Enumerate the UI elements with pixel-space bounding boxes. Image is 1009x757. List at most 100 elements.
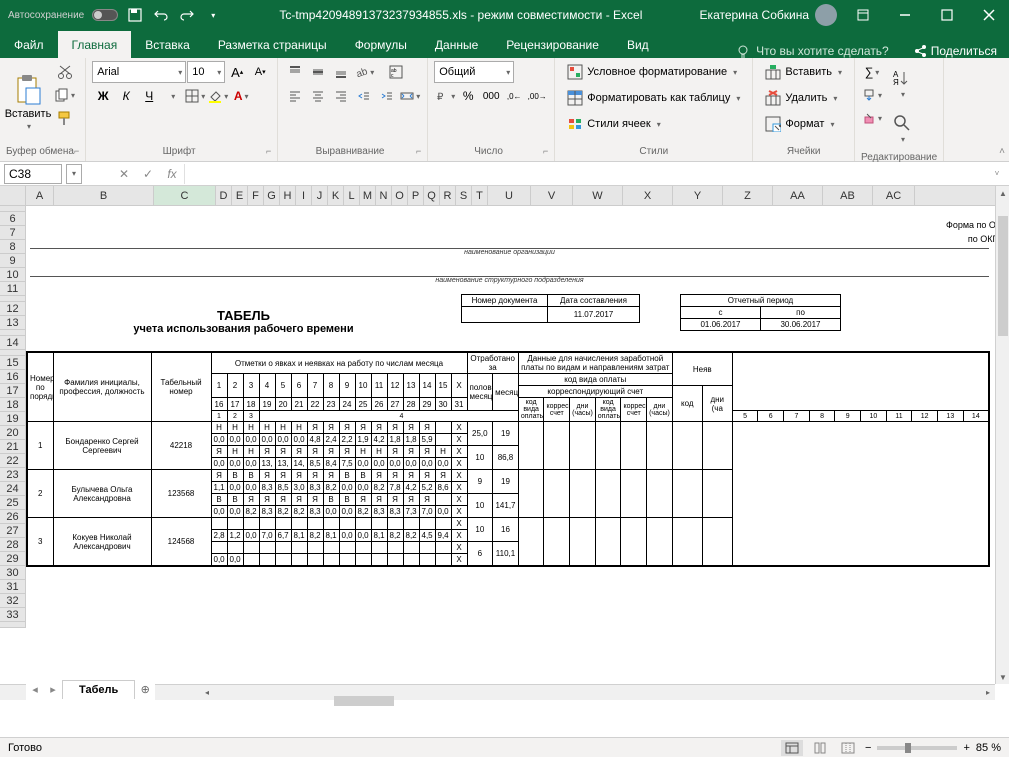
tab-formulas[interactable]: Формулы [341,31,421,58]
copy-icon[interactable] [54,84,76,106]
row-header[interactable] [0,622,26,628]
row-header[interactable]: 26 [0,510,26,524]
row-header[interactable]: 12 [0,302,26,316]
qat-customize-icon[interactable]: ▾ [204,6,222,24]
collapse-ribbon-icon[interactable]: ˄ [999,146,1005,157]
col-header[interactable]: S [456,186,472,205]
minimize-icon[interactable] [885,0,925,30]
zoom-level[interactable]: 85 % [976,742,1001,754]
normal-view-icon[interactable] [781,740,803,756]
tab-file[interactable]: Файл [0,31,58,58]
row-header[interactable]: 32 [0,594,26,608]
clipboard-launcher-icon[interactable]: ⌐ [74,146,79,156]
row-header[interactable]: 21 [0,440,26,454]
format-as-table-button[interactable]: Форматировать как таблицу [561,87,746,109]
col-header[interactable]: Q [424,186,440,205]
close-icon[interactable] [969,0,1009,30]
tab-home[interactable]: Главная [58,31,132,58]
tab-layout[interactable]: Разметка страницы [204,31,341,58]
delete-cells-button[interactable]: Удалить [759,87,848,109]
sheet-nav-prev[interactable]: ◂ [26,683,44,696]
increase-decimal-icon[interactable]: ,0← [503,85,525,107]
zoom-out-icon[interactable]: − [865,742,871,754]
align-center-icon[interactable] [307,85,329,107]
clear-icon[interactable] [861,107,883,129]
find-select-icon[interactable] [887,106,917,150]
font-name-combo[interactable]: Arial [92,61,186,83]
col-header[interactable]: M [360,186,376,205]
row-header[interactable]: 24 [0,482,26,496]
align-right-icon[interactable] [330,85,352,107]
select-all-corner[interactable] [0,186,26,205]
cancel-formula-icon[interactable]: ✕ [112,167,136,181]
h-scroll-thumb[interactable] [334,696,394,706]
autosave-toggle[interactable] [92,9,118,21]
expand-formula-bar-icon[interactable]: ˅ [985,169,1009,178]
enter-formula-icon[interactable]: ✓ [136,167,160,181]
name-box[interactable]: C38 [4,164,62,184]
align-middle-icon[interactable] [307,61,329,83]
redo-icon[interactable] [178,6,196,24]
col-header[interactable]: Y [673,186,723,205]
row-header[interactable]: 9 [0,254,26,268]
autosum-icon[interactable]: ∑ [861,61,883,83]
row-header[interactable]: 23 [0,468,26,482]
user-name[interactable]: Екатерина Собкина [700,8,809,22]
undo-icon[interactable] [152,6,170,24]
percent-format-icon[interactable]: % [457,85,479,107]
add-sheet-icon[interactable]: ⊕ [135,683,155,696]
row-header[interactable]: 14 [0,336,26,350]
format-cells-button[interactable]: Формат [759,113,848,135]
zoom-slider[interactable] [877,746,957,750]
vertical-scrollbar[interactable]: ▲ ▼ [995,186,1009,684]
underline-button[interactable]: Ч [138,85,160,107]
align-top-icon[interactable] [284,61,306,83]
tab-review[interactable]: Рецензирование [492,31,613,58]
row-header[interactable]: 18 [0,398,26,412]
page-break-view-icon[interactable] [837,740,859,756]
orientation-icon[interactable]: ab [353,61,375,83]
decrease-decimal-icon[interactable]: ,00→ [526,85,548,107]
ribbon-display-icon[interactable] [843,0,883,30]
column-headers[interactable]: ABCDEFGHIJKLMNOPQRSTUVWXYZAAABAC [0,186,1009,206]
col-header[interactable]: R [440,186,456,205]
merge-cells-icon[interactable] [399,85,421,107]
page-layout-view-icon[interactable] [809,740,831,756]
insert-cells-button[interactable]: Вставить [759,61,848,83]
v-scroll-thumb[interactable] [998,216,1008,336]
row-header[interactable]: 27 [0,524,26,538]
row-header[interactable]: 31 [0,580,26,594]
underline-menu[interactable] [161,85,183,107]
cell-styles-button[interactable]: Стили ячеек [561,113,746,135]
sheet-nav-next[interactable]: ▸ [44,683,62,696]
number-format-combo[interactable]: Общий [434,61,514,83]
col-header[interactable]: AB [823,186,873,205]
name-box-dropdown[interactable]: ▾ [66,164,82,184]
row-header[interactable]: 6 [0,212,26,226]
indent-increase-icon[interactable] [376,85,398,107]
row-header[interactable]: 25 [0,496,26,510]
format-painter-icon[interactable] [54,107,76,129]
zoom-in-icon[interactable]: + [963,742,969,754]
row-header[interactable]: 28 [0,538,26,552]
col-header[interactable]: I [296,186,312,205]
col-header[interactable]: AA [773,186,823,205]
cut-icon[interactable] [54,61,76,83]
col-header[interactable]: W [573,186,623,205]
col-header[interactable]: P [408,186,424,205]
row-header[interactable]: 15 [0,356,26,370]
sort-filter-icon[interactable]: АЯ [887,61,917,105]
bold-button[interactable]: Ж [92,85,114,107]
paste-button[interactable]: Вставить [6,61,50,144]
tab-view[interactable]: Вид [613,31,663,58]
col-header[interactable]: X [623,186,673,205]
align-bottom-icon[interactable] [330,61,352,83]
formula-input[interactable] [184,164,985,184]
col-header[interactable]: H [280,186,296,205]
col-header[interactable]: Z [723,186,773,205]
row-headers[interactable]: 6789101112131415161718192021222324252627… [0,206,26,628]
row-header[interactable]: 22 [0,454,26,468]
row-header[interactable]: 10 [0,268,26,282]
comma-format-icon[interactable]: 000 [480,85,502,107]
row-header[interactable]: 13 [0,316,26,330]
